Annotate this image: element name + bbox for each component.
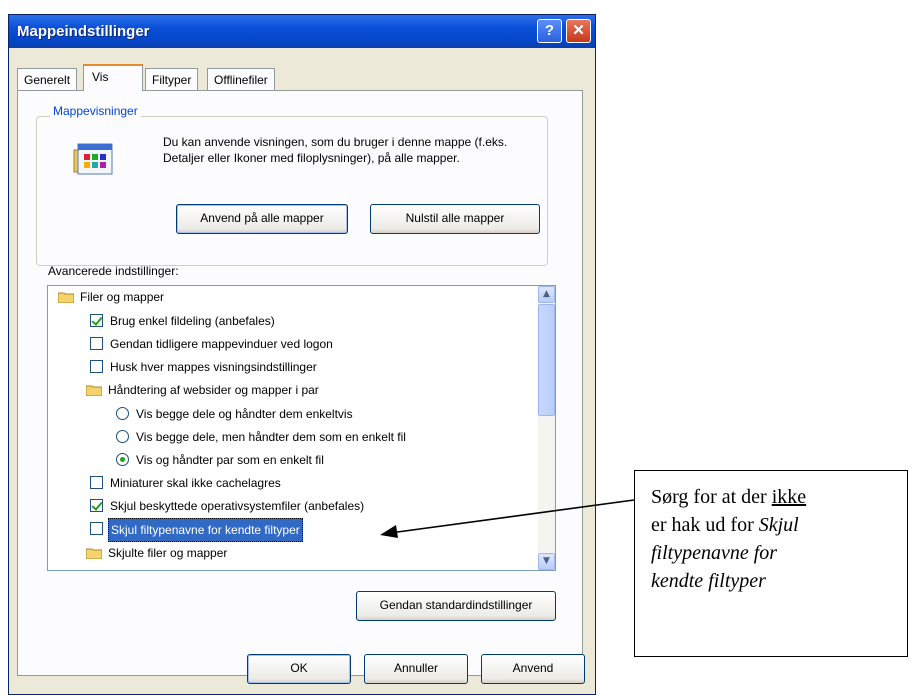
radio-button[interactable] — [116, 430, 129, 443]
list-item-label: Vis begge dele og håndter dem enkeltvis — [136, 407, 353, 421]
list-item-label: Skjul filtypenavne for kendte filtyper — [108, 518, 303, 542]
folder-icon — [86, 548, 102, 559]
window-title: Mappeindstillinger — [17, 23, 150, 40]
restore-defaults-button[interactable]: Gendan standardindstillinger — [356, 591, 556, 621]
list-item-label: Gendan tidligere mappevinduer ved logon — [110, 337, 333, 351]
apply-button[interactable]: Anvend — [481, 654, 585, 684]
list-item-label: Husk hver mappes visningsindstillinger — [110, 360, 317, 374]
reset-all-folders-button[interactable]: Nulstil alle mapper — [370, 204, 540, 234]
tab-vis[interactable]: Vis — [83, 64, 143, 91]
help-button[interactable]: ? — [537, 19, 562, 43]
checkbox[interactable] — [90, 499, 103, 512]
callout-line-2: er hak ud for Skjul — [651, 514, 799, 536]
tab-filtyper[interactable]: Filtyper — [145, 68, 199, 90]
close-button[interactable]: ✕ — [566, 19, 591, 43]
radio-button[interactable] — [116, 407, 129, 420]
list-item-label: Skjulte filer og mapper — [108, 546, 228, 560]
scroll-up-icon[interactable]: ▲ — [538, 286, 555, 303]
callout-line-4: kendte filtyper — [651, 570, 766, 592]
cancel-button[interactable]: Annuller — [364, 654, 468, 684]
list-item-label: Filer og mapper — [80, 290, 165, 304]
tab-offlinefiler[interactable]: Offlinefiler — [207, 68, 275, 90]
folder-icon — [58, 292, 74, 303]
folder-views-icon — [72, 140, 116, 180]
callout-line-3: filtypenavne for — [651, 542, 778, 564]
title-bar[interactable]: Mappeindstillinger ? ✕ — [9, 15, 595, 48]
ok-button[interactable]: OK — [247, 654, 351, 684]
list-item-label: Vis begge dele, men håndter dem som en e… — [136, 430, 406, 444]
list-item-label: Skjul beskyttede operativsystemfiler (an… — [110, 499, 365, 513]
folder-icon — [86, 385, 102, 396]
callout-line-1: Sørg for at der ikke — [651, 486, 807, 508]
apply-all-folders-button[interactable]: Anvend på alle mapper — [176, 204, 348, 234]
folder-views-label: Mappevisninger — [50, 104, 141, 118]
instruction-callout: Sørg for at der ikke er hak ud for Skjul… — [634, 470, 908, 657]
folder-views-description: Du kan anvende visningen, som du bruger … — [163, 135, 508, 165]
scroll-down-icon[interactable]: ▼ — [538, 553, 555, 570]
list-item-label: Vis og håndter par som en enkelt fil — [136, 453, 324, 467]
scroll-thumb[interactable] — [538, 304, 555, 416]
list-item-label: Håndtering af websider og mapper i par — [108, 383, 319, 397]
list-item-label: Miniaturer skal ikke cachelagres — [110, 476, 281, 490]
checkbox[interactable] — [90, 360, 103, 373]
callout-arrow — [380, 499, 635, 538]
checkbox[interactable] — [90, 337, 103, 350]
list-item-label: Brug enkel fildeling (anbefales) — [110, 314, 275, 328]
tab-generelt[interactable]: Generelt — [17, 68, 78, 90]
radio-button[interactable] — [116, 453, 129, 466]
checkbox[interactable] — [90, 314, 103, 327]
advanced-settings-label: Avancerede indstillinger: — [48, 264, 179, 278]
checkbox[interactable] — [90, 476, 103, 489]
checkbox[interactable] — [90, 522, 103, 535]
